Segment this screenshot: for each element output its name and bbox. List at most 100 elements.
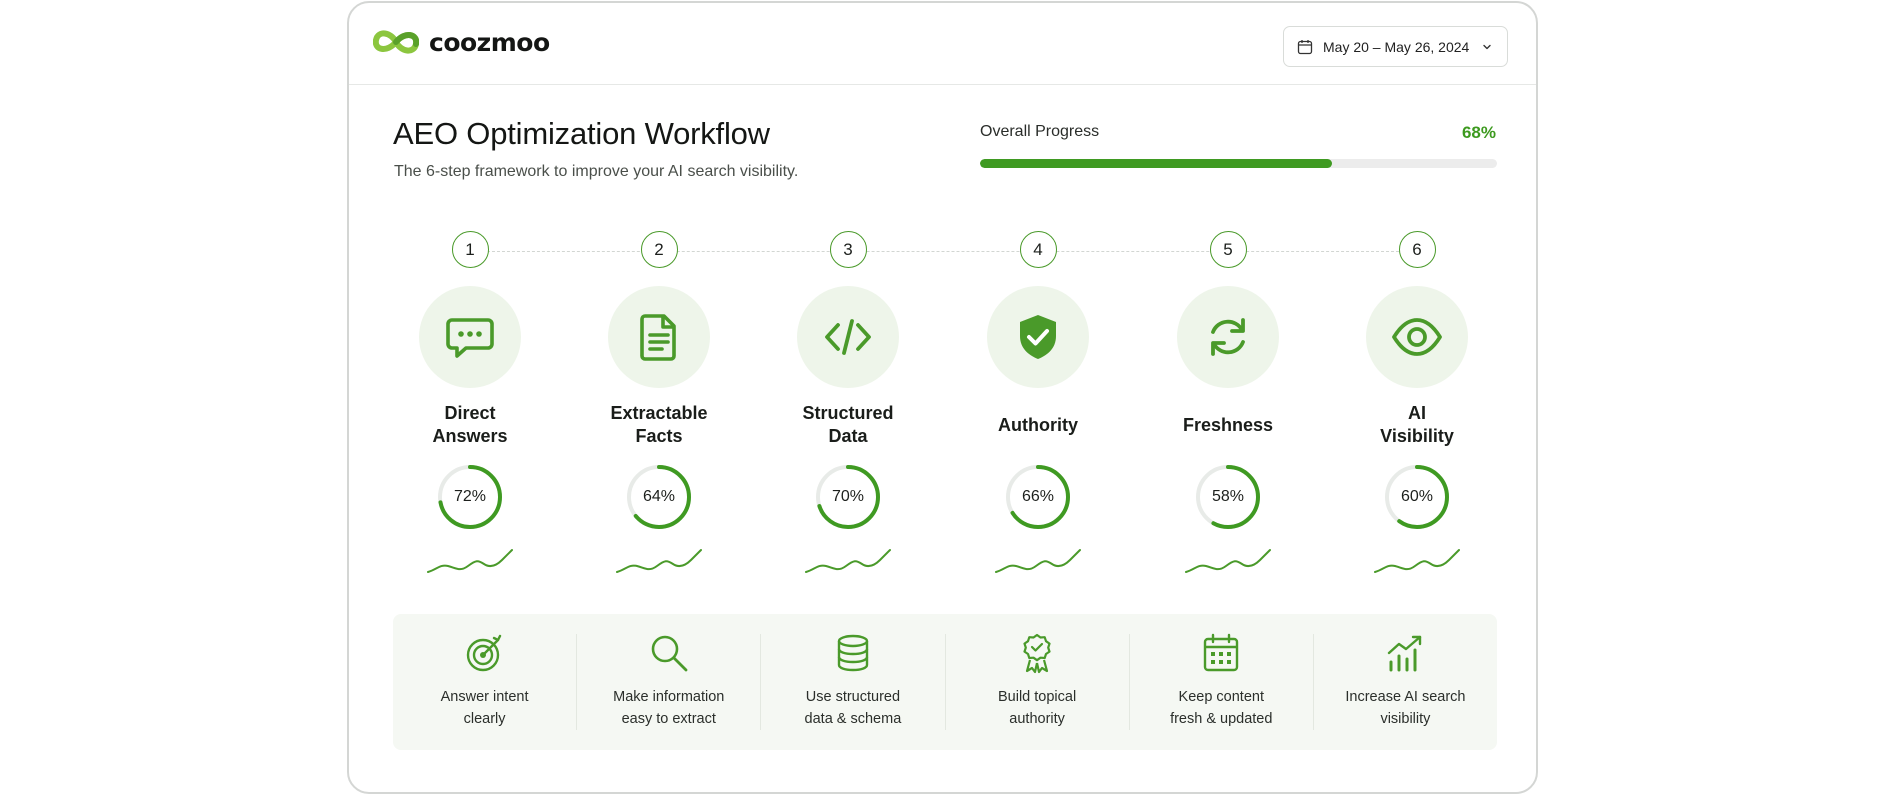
- tip-line1: Use structured: [805, 689, 901, 705]
- infinity-logo-icon: [373, 30, 419, 54]
- step-percent: 70%: [831, 488, 865, 505]
- date-range-picker[interactable]: May 20 – May 26, 2024: [1283, 26, 1508, 67]
- eye-icon: [1392, 318, 1442, 356]
- tip-text: Answer intent clearly: [410, 686, 560, 730]
- tip-line1: Increase AI search: [1345, 689, 1466, 705]
- step-icon-circle: [608, 286, 710, 388]
- step-icon-circle: [1366, 286, 1468, 388]
- sparkline-icon: [1185, 549, 1271, 573]
- tip-line1: Answer intent: [440, 689, 529, 705]
- step-title-line2: Facts: [635, 426, 683, 446]
- calendar-icon: [1297, 39, 1313, 54]
- sparkline-icon: [616, 549, 702, 573]
- step-icon-circle: [419, 286, 521, 388]
- step-percent: 66%: [1021, 488, 1055, 505]
- target-icon: [466, 634, 501, 672]
- step-title-line1: Freshness: [1182, 414, 1274, 435]
- step-number: 3: [829, 231, 867, 268]
- tip-make-information: Make information easy to extract: [577, 634, 762, 730]
- tip-line1: Make information: [613, 689, 725, 705]
- step-number: 5: [1209, 231, 1247, 268]
- step-title-line2: Visibility: [1380, 426, 1454, 446]
- step-title-line2: Answers: [432, 426, 508, 446]
- step-extractable-facts[interactable]: 2 Extractable Facts 64%: [574, 231, 744, 576]
- step-ai-visibility[interactable]: 6 AI Visibility 60%: [1332, 231, 1502, 576]
- page-title: AEO Optimization Workflow: [393, 116, 770, 151]
- step-percent: 64%: [642, 488, 676, 505]
- overall-progress-label: Overall Progress: [980, 123, 1100, 140]
- tip-line2: easy to extract: [621, 711, 716, 727]
- refresh-icon: [1211, 318, 1245, 356]
- calendar-icon: [1204, 633, 1239, 672]
- tip-keep-content: Keep content fresh & updated: [1130, 633, 1314, 730]
- page-subtitle: The 6-step framework to improve your AI …: [394, 163, 799, 180]
- step-percent: 72%: [453, 488, 487, 505]
- tip-line2: data & schema: [804, 711, 902, 727]
- step-freshness[interactable]: 5 Freshness 58%: [1143, 231, 1313, 576]
- step-number: 1: [451, 231, 489, 268]
- step-percent: 60%: [1400, 488, 1434, 505]
- sparkline-icon: [995, 549, 1081, 573]
- tip-text: Build topical authority: [962, 686, 1112, 730]
- document-icon: [640, 314, 676, 361]
- magnifier-icon: [651, 635, 688, 672]
- growth-chart-icon: [1388, 635, 1422, 672]
- overall-progress-bar: [980, 159, 1497, 168]
- tip-line2: fresh & updated: [1170, 711, 1273, 727]
- step-title-line1: Structured: [802, 403, 894, 423]
- step-progress-ring: 60%: [1383, 463, 1451, 531]
- step-title: AI Visibility: [1337, 397, 1497, 453]
- tip-structured-data: Use structured data & schema: [761, 634, 946, 730]
- brand-logo[interactable]: coozmoo: [373, 27, 550, 57]
- sparkline-icon: [427, 549, 513, 573]
- award-badge-icon: [1023, 633, 1051, 674]
- chevron-down-icon: [1483, 44, 1491, 49]
- overall-progress-fill: [980, 159, 1332, 168]
- step-title: Freshness: [1148, 397, 1308, 453]
- tip-line2: visibility: [1380, 711, 1431, 727]
- step-title: Authority: [958, 397, 1118, 453]
- step-title: Direct Answers: [390, 397, 550, 453]
- tip-line2: authority: [1009, 711, 1065, 727]
- tip-text: Increase AI search visibility: [1330, 686, 1480, 730]
- step-title-line2: Data: [828, 426, 868, 446]
- sparkline-icon: [805, 549, 891, 573]
- step-structured-data[interactable]: 3 Structured Data 70%: [763, 231, 933, 576]
- step-icon-circle: [1177, 286, 1279, 388]
- tips-strip: Answer intent clearly Make information eas…: [393, 614, 1497, 750]
- step-progress-ring: 58%: [1194, 463, 1262, 531]
- tip-line2: clearly: [463, 711, 506, 727]
- shield-check-icon: [1020, 315, 1056, 359]
- step-direct-answers[interactable]: 1 Direct Answers 72%: [385, 231, 555, 576]
- step-progress-ring: 72%: [436, 463, 504, 531]
- tip-line1: Build topical: [998, 689, 1077, 705]
- tip-text: Use structured data & schema: [778, 686, 928, 730]
- step-progress-ring: 70%: [814, 463, 882, 531]
- step-number: 6: [1398, 231, 1436, 268]
- step-authority[interactable]: 4 Authority 66%: [953, 231, 1123, 576]
- chat-bubble-icon: [446, 318, 494, 358]
- step-title: Extractable Facts: [579, 397, 739, 453]
- step-percent: 58%: [1211, 488, 1245, 505]
- step-title-line1: Direct: [444, 403, 496, 423]
- step-title-line1: Extractable: [610, 403, 708, 423]
- database-icon: [837, 634, 869, 672]
- step-title-line1: Authority: [998, 414, 1078, 435]
- step-icon-circle: [987, 286, 1089, 388]
- tip-line1: Keep content: [1178, 689, 1264, 705]
- step-number: 4: [1019, 231, 1057, 268]
- tip-increase-visibility: Increase AI search visibility: [1314, 634, 1497, 730]
- top-bar: coozmoo May 20 – May 26, 2024: [349, 3, 1536, 85]
- step-title: Structured Data: [768, 397, 928, 453]
- step-progress-ring: 64%: [625, 463, 693, 531]
- overall-progress-value: 68%: [1461, 123, 1496, 142]
- step-icon-circle: [797, 286, 899, 388]
- workflow-card: coozmoo May 20 – May 26, 2024 AEO Optimi…: [347, 1, 1538, 794]
- tip-text: Keep content fresh & updated: [1146, 686, 1296, 730]
- sparkline-icon: [1374, 549, 1460, 573]
- step-title-line1: AI: [1407, 403, 1426, 423]
- step-number: 2: [640, 231, 678, 268]
- tip-text: Make information easy to extract: [594, 686, 744, 730]
- brand-name: coozmoo: [429, 27, 550, 57]
- tip-topical-authority: Build topical authority: [946, 633, 1130, 730]
